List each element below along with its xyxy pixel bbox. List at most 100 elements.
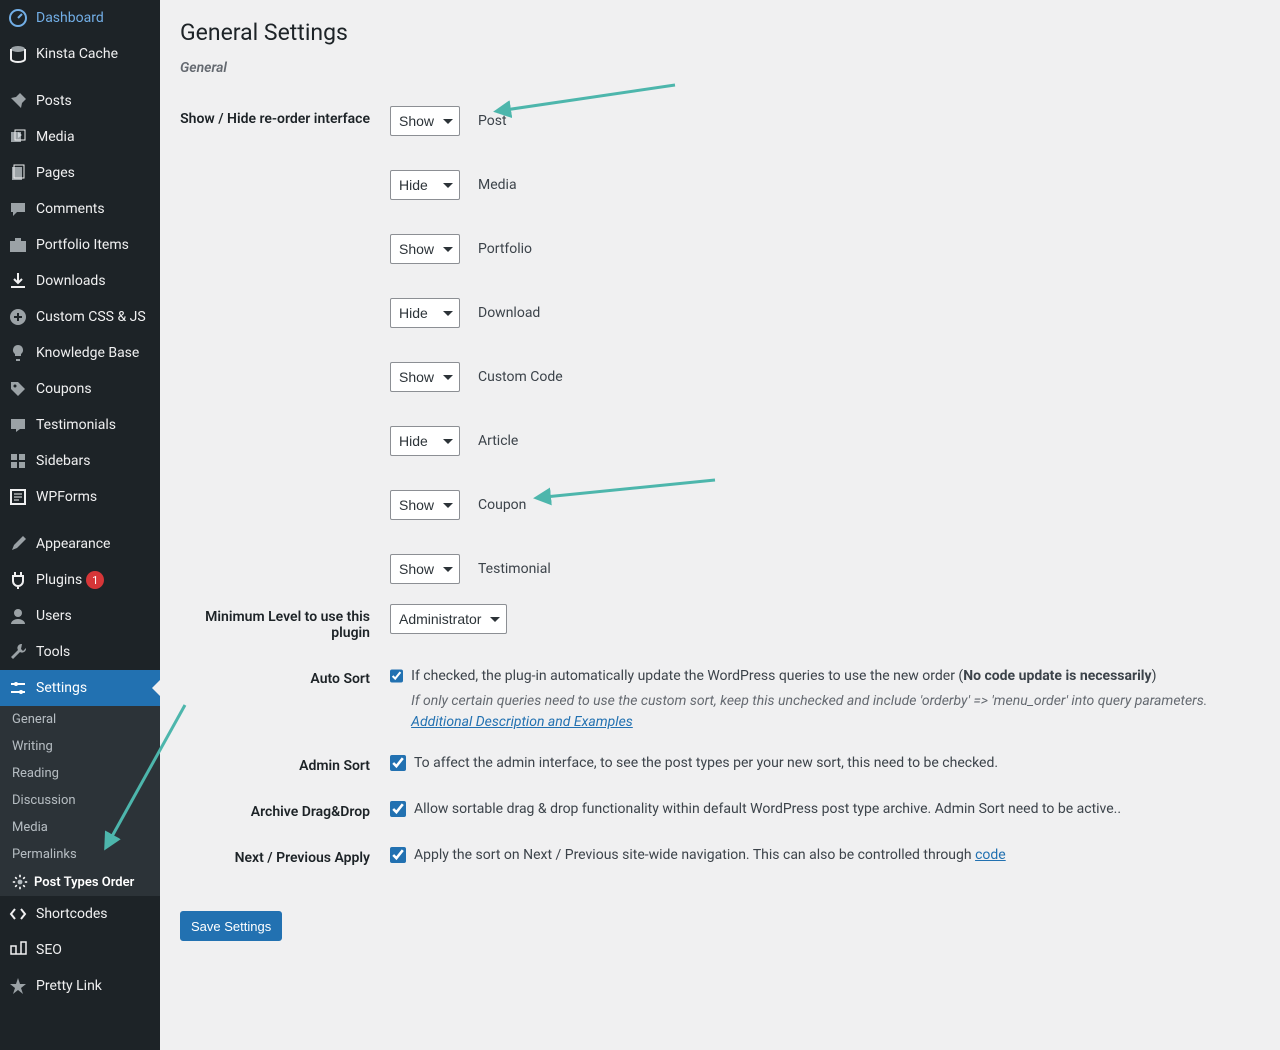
sidebar-item-posts[interactable]: Posts [0, 83, 160, 119]
post-type-select[interactable]: ShowHide [390, 362, 460, 392]
sidebar-item-media[interactable]: Media [0, 119, 160, 155]
post-type-select[interactable]: ShowHide [390, 234, 460, 264]
post-type-row: ShowHide Post [390, 106, 1250, 136]
post-type-label: Post [478, 113, 507, 129]
sidebar-item-label: Portfolio Items [36, 237, 129, 253]
wrench-icon [8, 642, 28, 662]
pushpin-icon [8, 91, 28, 111]
star-icon [8, 976, 28, 996]
post-type-select[interactable]: ShowHide [390, 426, 460, 456]
post-type-label: Custom Code [478, 369, 563, 385]
sidebar-item-label: Testimonials [36, 417, 116, 433]
post-type-label: Download [478, 305, 540, 321]
sidebar-item-testimonials[interactable]: Testimonials [0, 407, 160, 443]
user-icon [8, 606, 28, 626]
sidebar-item-label: Coupons [36, 381, 92, 397]
adminsort-checkbox[interactable] [390, 755, 406, 771]
submenu-item-post-types-order[interactable]: Post Types Order [0, 868, 160, 896]
post-type-label: Media [478, 177, 517, 193]
dragdrop-checkbox[interactable] [390, 801, 406, 817]
sidebar-item-label: Dashboard [36, 10, 104, 26]
adminsort-text: To affect the admin interface, to see th… [414, 753, 998, 774]
sidebar-item-pretty-link[interactable]: Pretty Link [0, 968, 160, 1004]
sidebar-item-seo[interactable]: SEO [0, 932, 160, 968]
testimonial-icon [8, 415, 28, 435]
autosort-label: Auto Sort [180, 656, 380, 743]
sidebar-item-appearance[interactable]: Appearance [0, 526, 160, 562]
save-button[interactable]: Save Settings [180, 911, 282, 941]
gear-icon [12, 874, 28, 890]
post-type-label: Article [478, 433, 518, 449]
post-type-select[interactable]: ShowHide [390, 298, 460, 328]
sidebar-item-kinsta-cache[interactable]: Kinsta Cache [0, 36, 160, 72]
settings-submenu: General Writing Reading Discussion Media… [0, 706, 160, 896]
sidebar-item-downloads[interactable]: Downloads [0, 263, 160, 299]
post-type-select[interactable]: ShowHide [390, 490, 460, 520]
post-type-label: Portfolio [478, 241, 532, 257]
sidebar-item-pages[interactable]: Pages [0, 155, 160, 191]
post-type-row: ShowHide Media [390, 170, 1250, 200]
post-type-select[interactable]: ShowHide [390, 106, 460, 136]
sidebar-item-plugins[interactable]: Plugins 1 [0, 562, 160, 598]
submenu-item-media[interactable]: Media [0, 814, 160, 841]
brush-icon [8, 534, 28, 554]
sidebar-item-settings[interactable]: Settings [0, 670, 160, 706]
autosort-text: If checked, the plug-in automatically up… [411, 668, 1156, 684]
submenu-item-discussion[interactable]: Discussion [0, 787, 160, 814]
sidebar-item-label: SEO [36, 942, 62, 958]
post-type-row: ShowHide Custom Code [390, 362, 1250, 392]
sidebar-item-coupons[interactable]: Coupons [0, 371, 160, 407]
sidebar-item-custom-css[interactable]: Custom CSS & JS [0, 299, 160, 335]
dashboard-icon [8, 8, 28, 28]
submenu-label: Permalinks [12, 847, 77, 862]
sidebar-item-label: Downloads [36, 273, 106, 289]
plugin-icon [8, 570, 28, 590]
post-type-select[interactable]: ShowHide [390, 170, 460, 200]
submenu-item-general[interactable]: General [0, 706, 160, 733]
minlevel-label: Minimum Level to use this plugin [180, 594, 380, 656]
sidebar-item-label: Shortcodes [36, 906, 108, 922]
pages-icon [8, 163, 28, 183]
sidebar-item-label: Custom CSS & JS [36, 309, 146, 325]
page-title: General Settings [180, 19, 1260, 46]
post-type-select[interactable]: ShowHide [390, 554, 460, 584]
sidebar-item-tools[interactable]: Tools [0, 634, 160, 670]
nextprev-checkbox[interactable] [390, 847, 406, 863]
sidebar-item-comments[interactable]: Comments [0, 191, 160, 227]
sidebar-item-knowledge-base[interactable]: Knowledge Base [0, 335, 160, 371]
nextprev-code-link[interactable]: code [975, 847, 1006, 863]
sliders-icon [8, 678, 28, 698]
sidebar-item-sidebars[interactable]: Sidebars [0, 443, 160, 479]
submenu-label: General [12, 712, 56, 727]
submenu-item-reading[interactable]: Reading [0, 760, 160, 787]
sidebar-item-label: Pages [36, 165, 75, 181]
minlevel-select[interactable]: Administrator [390, 604, 507, 634]
sidebar-item-label: Comments [36, 201, 105, 217]
sidebar-item-wpforms[interactable]: WPForms [0, 479, 160, 515]
sidebar-item-shortcodes[interactable]: Shortcodes [0, 896, 160, 932]
autosort-checkbox[interactable] [390, 668, 403, 684]
form-icon [8, 487, 28, 507]
sidebar-item-label: Media [36, 129, 75, 145]
post-type-row: ShowHide Coupon [390, 490, 1250, 520]
grid-icon [8, 451, 28, 471]
sidebar-item-label: Tools [36, 644, 70, 660]
post-type-row: ShowHide Portfolio [390, 234, 1250, 264]
post-type-row: ShowHide Testimonial [390, 554, 1250, 584]
sidebar-item-label: Kinsta Cache [36, 46, 118, 62]
sidebar-item-dashboard[interactable]: Dashboard [0, 0, 160, 36]
submenu-item-writing[interactable]: Writing [0, 733, 160, 760]
post-type-label: Testimonial [478, 561, 551, 577]
submenu-item-permalinks[interactable]: Permalinks [0, 841, 160, 868]
reorder-cell: ShowHide Post ShowHide Media ShowHide Portfol… [380, 96, 1260, 594]
sidebar-item-users[interactable]: Users [0, 598, 160, 634]
media-icon [8, 127, 28, 147]
post-type-label: Coupon [478, 497, 526, 513]
sidebar-item-label: Pretty Link [36, 978, 102, 994]
submenu-label: Discussion [12, 793, 76, 808]
adminsort-label: Admin Sort [180, 743, 380, 789]
post-type-row: ShowHide Download [390, 298, 1250, 328]
autosort-examples-link[interactable]: Additional Description and Examples [411, 714, 633, 730]
sidebar-item-portfolio[interactable]: Portfolio Items [0, 227, 160, 263]
reorder-label: Show / Hide re-order interface [180, 96, 380, 594]
